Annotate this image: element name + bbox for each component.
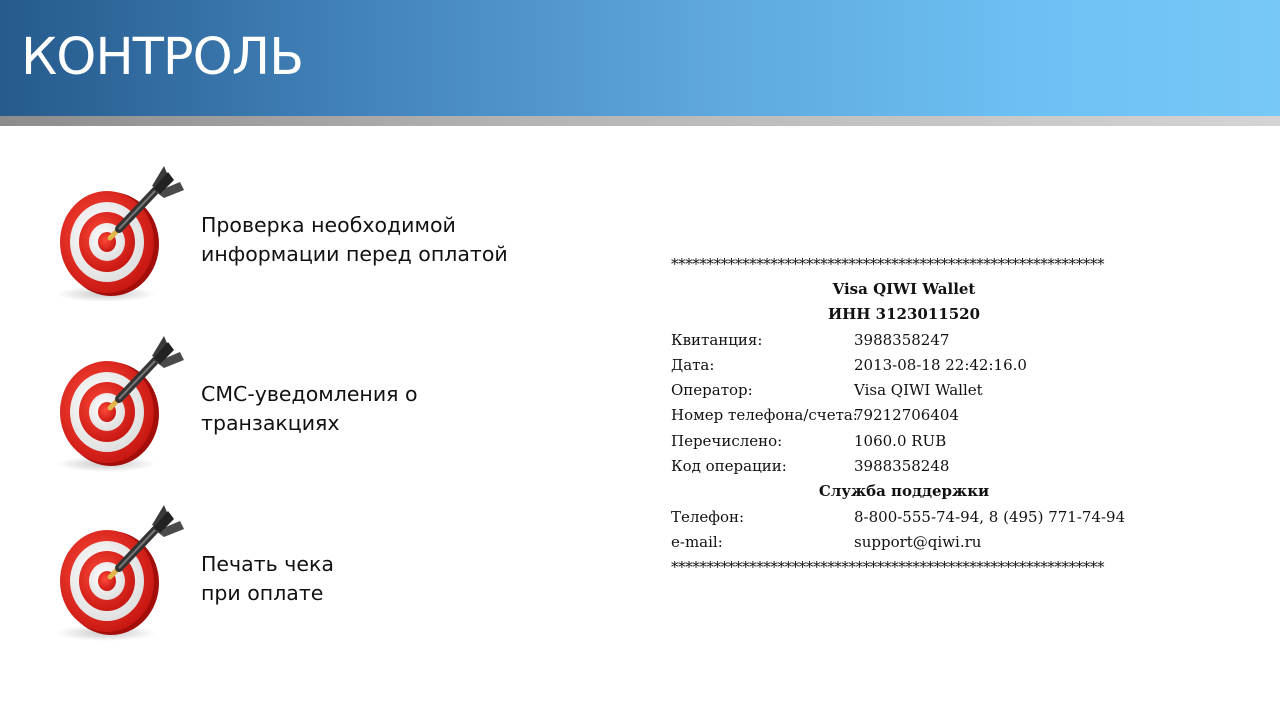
list-item-line: Проверка необходимой: [201, 213, 456, 237]
receipt-separator: ****************************************…: [671, 255, 1105, 273]
receipt-row: Номер телефона/счета:79212706404: [671, 403, 1171, 428]
receipt-label: Номер телефона/счета:: [671, 406, 858, 425]
receipt-value: 2013-08-18 22:42:16.0: [854, 355, 1027, 374]
slide-header: КОНТРОЛЬ: [0, 0, 1280, 116]
receipt-row: e-mail: support@qiwi.ru: [671, 530, 1171, 555]
list-item-text: СМС-уведомления о транзакциях: [201, 380, 418, 438]
receipt-row: Код операции: 3988358248: [671, 454, 1171, 479]
receipt-row: Оператор: Visa QIWI Wallet: [671, 378, 1171, 403]
list-item-line: информации перед оплатой: [201, 242, 508, 266]
receipt-label: Квитанция:: [671, 330, 763, 349]
receipt-support-title: Служба поддержки: [818, 482, 990, 501]
dart-target-icon: [52, 336, 192, 476]
receipt-label: Код операции:: [671, 457, 787, 476]
receipt-label: Оператор:: [671, 381, 753, 400]
receipt-label: Дата:: [671, 355, 715, 374]
list-item: Проверка необходимой информации перед оп…: [0, 166, 620, 316]
list-item-line: Печать чека: [201, 552, 334, 576]
list-item: Печать чека при оплате: [0, 505, 620, 655]
receipt-row: Перечислено: 1060.0 RUB: [671, 429, 1171, 454]
receipt-label: Телефон:: [671, 507, 745, 526]
receipt-inn: ИНН 3123011520: [827, 305, 981, 324]
receipt-value: support@qiwi.ru: [854, 532, 982, 551]
receipt-row: Дата: 2013-08-18 22:42:16.0: [671, 353, 1171, 378]
receipt-value: 79212706404: [854, 406, 959, 425]
dart-target-icon: [52, 166, 192, 306]
receipt-row: Квитанция: 3988358247: [671, 328, 1171, 353]
receipt-separator: ****************************************…: [671, 558, 1105, 577]
receipt-company: Visa QIWI Wallet: [832, 280, 976, 298]
receipt-value: 8-800-555-74-94, 8 (495) 771-74-94: [854, 507, 1126, 526]
receipt-value: 1060.0 RUB: [854, 431, 947, 450]
list-item-line: СМС-уведомления о: [201, 382, 418, 406]
list-item-text: Проверка необходимой информации перед оп…: [201, 211, 508, 269]
header-divider: [0, 116, 1280, 126]
receipt-row: Телефон: 8-800-555-74-94, 8 (495) 771-74-…: [671, 505, 1171, 530]
list-item-text: Печать чека при оплате: [201, 550, 334, 608]
receipt-value: 3988358247: [854, 330, 950, 349]
slide-title: КОНТРОЛЬ: [21, 28, 304, 87]
receipt-label: Перечислено:: [671, 431, 783, 450]
list-item-line: транзакциях: [201, 411, 340, 435]
payment-receipt: ****************************************…: [671, 252, 1171, 580]
receipt-value: Visa QIWI Wallet: [854, 381, 983, 400]
receipt-label: e-mail:: [671, 532, 723, 551]
receipt-value: 3988358248: [854, 457, 950, 476]
dart-target-icon: [52, 505, 192, 645]
list-item: СМС-уведомления о транзакциях: [0, 336, 620, 486]
list-item-line: при оплате: [201, 581, 324, 605]
